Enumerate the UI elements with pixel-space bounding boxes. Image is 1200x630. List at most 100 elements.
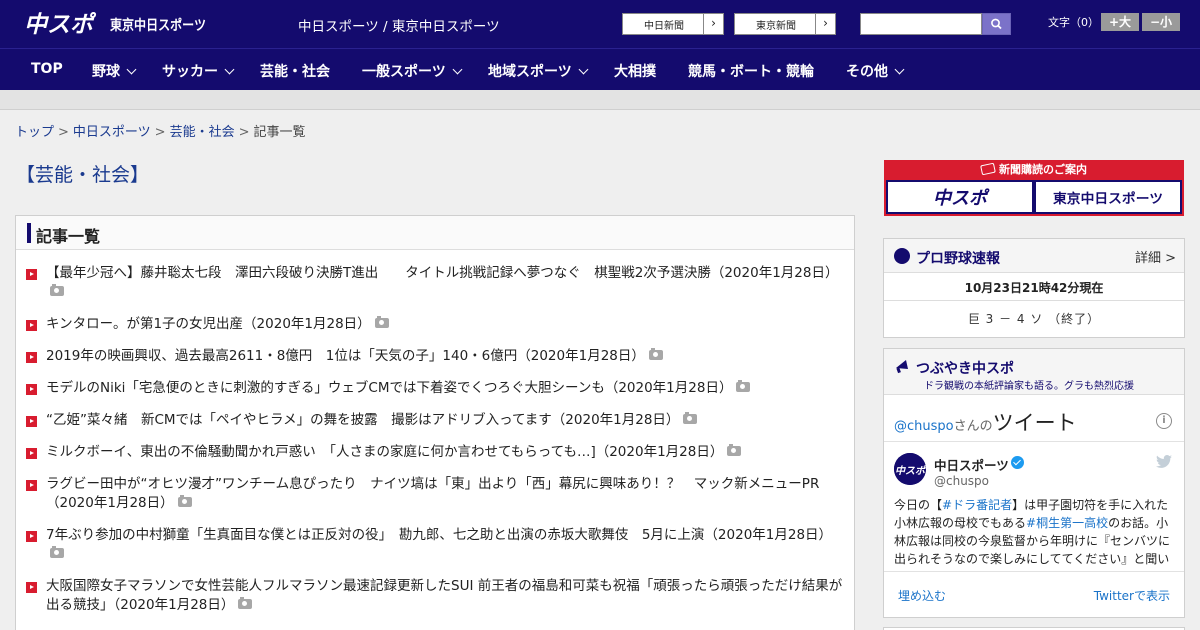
article-title[interactable]: “乙姫”菜々緒 新CMでは「ペイやヒラメ」の舞を披露 撮影はアドリブ入ってます（…	[46, 412, 679, 428]
tweet-author-name[interactable]: 中日スポーツ	[934, 455, 1009, 474]
nav-item-label: 芸能・社会	[260, 64, 330, 80]
camera-icon	[238, 597, 253, 609]
embed-link[interactable]: 埋め込む	[898, 587, 946, 604]
baseball-header: プロ野球速報 詳細 >	[884, 239, 1184, 273]
bullet-arrow-icon	[26, 269, 37, 280]
search-icon	[991, 18, 1002, 30]
nav-item-local-sports[interactable]: 地域スポーツ	[488, 61, 589, 81]
nav-item-soccer[interactable]: サッカー	[162, 61, 235, 81]
article-title[interactable]: ラグビー田中が“オヒツ漫才”ワンチーム息ぴったり ナイツ塙は「東」出より「西」幕…	[46, 476, 819, 511]
article-item[interactable]: 7年ぶり参加の中村獅童「生真面目な僕とは正反対の役」 勘九郎、七之助と出演の赤坂…	[26, 526, 844, 564]
bullet-arrow-icon	[26, 531, 37, 542]
article-title[interactable]: ミルクボーイ、東出の不倫騒動聞かれ戸惑い 「人さまの家庭に何か言わせてもらっても…	[46, 444, 723, 460]
tweets-heading: @chuspoさんのツイート	[894, 407, 1077, 437]
camera-icon	[374, 316, 389, 328]
chunichi-shimbun-link[interactable]: 中日新聞 ›	[622, 13, 724, 35]
info-icon[interactable]: i	[1156, 413, 1172, 429]
font-size-label: 文字（0）	[1048, 16, 1099, 29]
article-title[interactable]: 大阪国際女子マラソンで女性芸能人フルマラソン最速記録更新したSUI 前王者の福島…	[46, 578, 842, 613]
subscription-logo-chuspo[interactable]: 中スポ	[888, 182, 1032, 212]
twitter-bird-icon[interactable]	[1156, 455, 1172, 469]
breadcrumb-chunichi-sports[interactable]: 中日スポーツ	[73, 125, 151, 140]
baseball-score[interactable]: 巨 3 － 4 ソ （終了）	[884, 310, 1184, 327]
breadcrumb-top[interactable]: トップ	[15, 125, 54, 140]
chevron-right-icon: ›	[703, 14, 723, 34]
camera-icon	[736, 380, 751, 392]
camera-icon	[648, 348, 663, 360]
baseball-icon	[894, 248, 910, 264]
chuspo-logo[interactable]: 中スポ	[24, 8, 102, 38]
hashtag-link[interactable]: #桐生第一高校	[1026, 516, 1108, 530]
font-size-decrease-button[interactable]: −小	[1142, 13, 1180, 31]
baseball-detail-link[interactable]: 詳細 >	[1135, 247, 1176, 266]
baseball-title: プロ野球速報	[916, 251, 1000, 267]
nav-item-label: サッカー	[162, 64, 218, 80]
nav-item-top[interactable]: TOP	[31, 61, 63, 77]
breadcrumb-current: 記事一覧	[253, 125, 306, 140]
search-button[interactable]	[982, 13, 1011, 35]
chevron-down-icon	[126, 64, 137, 75]
bullet-arrow-icon	[26, 448, 37, 459]
heading-bar	[27, 223, 31, 243]
article-item[interactable]: 2019年の映画興収、過去最高2611・8億円 1位は「天気の子」140・6億円…	[26, 347, 844, 366]
article-item[interactable]: ミルクボーイ、東出の不倫騒動聞かれ戸惑い 「人さまの家庭に何か言わせてもらっても…	[26, 443, 844, 462]
article-list: 【最年少冠へ】藤井聡太七段 澤田六段破り決勝T進出 タイトル挑戦記録へ夢つなぐ …	[16, 250, 854, 615]
nav-item-entertainment[interactable]: 芸能・社会	[260, 61, 330, 81]
subscription-heading-text: 新聞購読のご案内	[999, 163, 1087, 176]
breadcrumb: トップ > 中日スポーツ > 芸能・社会 > 記事一覧	[15, 121, 306, 140]
font-size-increase-button[interactable]: +大	[1101, 13, 1139, 31]
main-nav: TOP 野球 サッカー 芸能・社会 一般スポーツ 地域スポーツ 大相撲 競馬・ボ…	[0, 48, 1200, 90]
article-item[interactable]: 【最年少冠へ】藤井聡太七段 澤田六段破り決勝T進出 タイトル挑戦記録へ夢つなぐ …	[26, 264, 844, 302]
search-input[interactable]	[860, 13, 982, 35]
article-item[interactable]: ラグビー田中が“オヒツ漫才”ワンチーム息ぴったり ナイツ塙は「東」出より「西」幕…	[26, 475, 844, 513]
divider	[884, 441, 1184, 442]
nav-item-baseball[interactable]: 野球	[92, 61, 137, 81]
twitter-panel-header: つぶやき中スポ ドラ観戦の本紙評論家も語る。グラも熱烈応援	[884, 349, 1184, 395]
divider	[884, 300, 1184, 301]
view-on-twitter-link[interactable]: Twitterで表示	[1094, 587, 1170, 604]
article-title[interactable]: モデルのNiki「宅急便のときに刺激的すぎる」ウェブCMでは下着姿でくつろぐ大胆…	[46, 380, 732, 396]
nav-item-racing[interactable]: 競馬・ボート・競輪	[688, 61, 814, 81]
divider	[884, 571, 1184, 572]
chevron-down-icon	[578, 64, 589, 75]
subscription-logo-tokyo[interactable]: 東京中日スポーツ	[1036, 182, 1180, 212]
baseball-timestamp: 10月23日21時42分現在	[964, 281, 1104, 295]
hashtag-link[interactable]: #ドラ番記者	[942, 498, 1012, 512]
article-title[interactable]: 2019年の映画興収、過去最高2611・8億円 1位は「天気の子」140・6億円…	[46, 348, 645, 364]
nav-item-general-sports[interactable]: 一般スポーツ	[362, 61, 463, 81]
tokyo-shimbun-link[interactable]: 東京新聞 ›	[734, 13, 836, 35]
chevron-down-icon	[224, 64, 235, 75]
breadcrumb-separator: >	[58, 125, 69, 140]
nav-item-sumo[interactable]: 大相撲	[614, 61, 656, 81]
article-item[interactable]: キンタロー。が第1子の女児出産（2020年1月28日）	[26, 315, 844, 334]
nav-item-label: 一般スポーツ	[362, 64, 446, 80]
article-list-header: 記事一覧	[16, 216, 854, 250]
verified-badge-icon	[1011, 456, 1024, 469]
article-item[interactable]: 大阪国際女子マラソンで女性芸能人フルマラソン最速記録更新したSUI 前王者の福島…	[26, 577, 844, 615]
tweet-author-handle[interactable]: @chuspo	[934, 474, 989, 488]
article-title[interactable]: キンタロー。が第1子の女児出産（2020年1月28日）	[46, 316, 371, 332]
tweets-heading-text: ツイート	[992, 411, 1077, 435]
article-item[interactable]: “乙姫”菜々緒 新CMでは「ペイやヒラメ」の舞を披露 撮影はアドリブ入ってます（…	[26, 411, 844, 430]
chuspo-logo-text: 中スポ	[24, 12, 97, 38]
bullet-arrow-icon	[26, 582, 37, 593]
tweet-body: 今日の【#ドラ番記者】は甲子園切符を手に入れた小林広報の母校でもある#桐生第一高…	[894, 496, 1174, 566]
breadcrumb-entertainment[interactable]: 芸能・社会	[170, 125, 235, 140]
twitter-user-link[interactable]: @chuspo	[894, 419, 954, 434]
article-title[interactable]: 【最年少冠へ】藤井聡太七段 澤田六段破り決勝T進出 タイトル挑戦記録へ夢つなぐ …	[46, 265, 838, 281]
nav-item-label: その他	[846, 64, 888, 80]
camera-icon	[727, 444, 742, 456]
article-title[interactable]: 7年ぶり参加の中村獅童「生真面目な僕とは正反対の役」 勘九郎、七之助と出演の赤坂…	[46, 527, 832, 543]
bullet-arrow-icon	[26, 320, 37, 331]
page-title: 【芸能・社会】	[16, 164, 150, 186]
nav-item-other[interactable]: その他	[846, 61, 905, 81]
twitter-panel-subtitle: ドラ観戦の本紙評論家も語る。グラも熱烈応援	[924, 381, 1134, 392]
breadcrumb-separator: >	[238, 125, 250, 140]
twitter-panel: つぶやき中スポ ドラ観戦の本紙評論家も語る。グラも熱烈応援 @chuspoさんの…	[883, 348, 1185, 618]
tokyo-chunichi-logo[interactable]: 東京中日スポーツ	[110, 10, 208, 38]
article-item[interactable]: モデルのNiki「宅急便のときに刺激的すぎる」ウェブCMでは下着姿でくつろぐ大胆…	[26, 379, 844, 398]
site-header: 中スポ 東京中日スポーツ 中日スポーツ / 東京中日スポーツ 中日新聞 › 東京…	[0, 0, 1200, 48]
bullet-arrow-icon	[26, 416, 37, 427]
link-label: 中日新聞	[644, 21, 684, 32]
avatar[interactable]: 中スポ	[894, 453, 926, 485]
